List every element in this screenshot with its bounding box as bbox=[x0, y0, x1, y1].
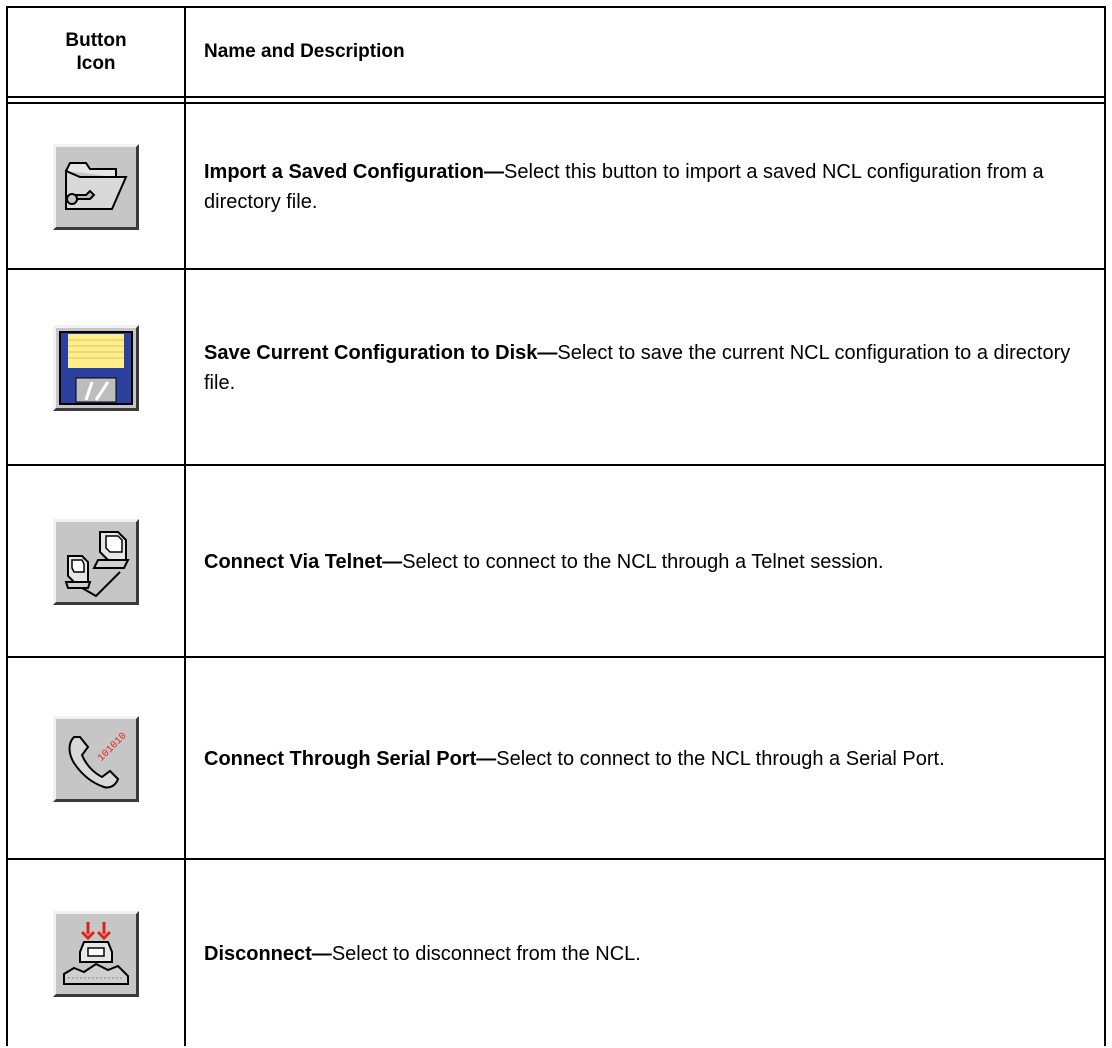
header-divider-top bbox=[8, 96, 1104, 98]
row-icon-cell bbox=[8, 860, 184, 1048]
row-icon-cell bbox=[8, 270, 184, 466]
import-config-button[interactable] bbox=[53, 144, 139, 230]
table-row: Save Current Configuration to Disk—Selec… bbox=[8, 270, 1104, 466]
row-icon-cell bbox=[8, 466, 184, 658]
header-button-icon: Button Icon bbox=[65, 30, 127, 74]
row-title: Import a Saved Configuration— bbox=[204, 161, 505, 183]
button-reference-table: Button Icon Name and Description Import … bbox=[6, 6, 1106, 1046]
row-description: Save Current Configuration to Disk—Selec… bbox=[204, 270, 1094, 466]
row-title: Save Current Configuration to Disk— bbox=[204, 342, 558, 364]
serial-phone-icon: 101010 bbox=[68, 731, 129, 789]
row-description: Connect Via Telnet—Select to connect to … bbox=[204, 466, 1094, 658]
row-desc: Select to disconnect from the NCL. bbox=[331, 943, 641, 965]
table-row: Import a Saved Configuration—Select this… bbox=[8, 104, 1104, 270]
row-title: Connect Through Serial Port— bbox=[204, 748, 497, 770]
row-desc: Select to connect to the NCL through a S… bbox=[496, 748, 945, 770]
row-description: Import a Saved Configuration—Select this… bbox=[204, 104, 1094, 270]
table-header: Button Icon Name and Description bbox=[8, 8, 1104, 96]
row-desc: Select to connect to the NCL through a T… bbox=[402, 551, 884, 573]
disconnect-icon bbox=[63, 922, 129, 985]
table-row: 101010 Connect Through Serial Port—Selec… bbox=[8, 658, 1104, 860]
save-config-button[interactable] bbox=[53, 325, 139, 411]
row-description: Connect Through Serial Port—Select to co… bbox=[204, 658, 1094, 860]
telnet-computers-icon bbox=[64, 531, 130, 598]
row-title: Connect Via Telnet— bbox=[204, 551, 403, 573]
floppy-disk-icon bbox=[59, 331, 133, 405]
svg-text:101010: 101010 bbox=[96, 731, 129, 764]
connect-telnet-button[interactable] bbox=[53, 519, 139, 605]
table-row: Disconnect—Select to disconnect from the… bbox=[8, 860, 1104, 1048]
table-row: Connect Via Telnet—Select to connect to … bbox=[8, 466, 1104, 658]
folder-wrench-icon bbox=[65, 162, 128, 210]
disconnect-button[interactable] bbox=[53, 911, 139, 997]
row-title: Disconnect— bbox=[204, 943, 332, 965]
row-icon-cell bbox=[8, 104, 184, 270]
row-icon-cell: 101010 bbox=[8, 658, 184, 860]
connect-serial-button[interactable]: 101010 bbox=[53, 716, 139, 802]
row-description: Disconnect—Select to disconnect from the… bbox=[204, 860, 1094, 1048]
header-name-description: Name and Description bbox=[204, 41, 405, 62]
